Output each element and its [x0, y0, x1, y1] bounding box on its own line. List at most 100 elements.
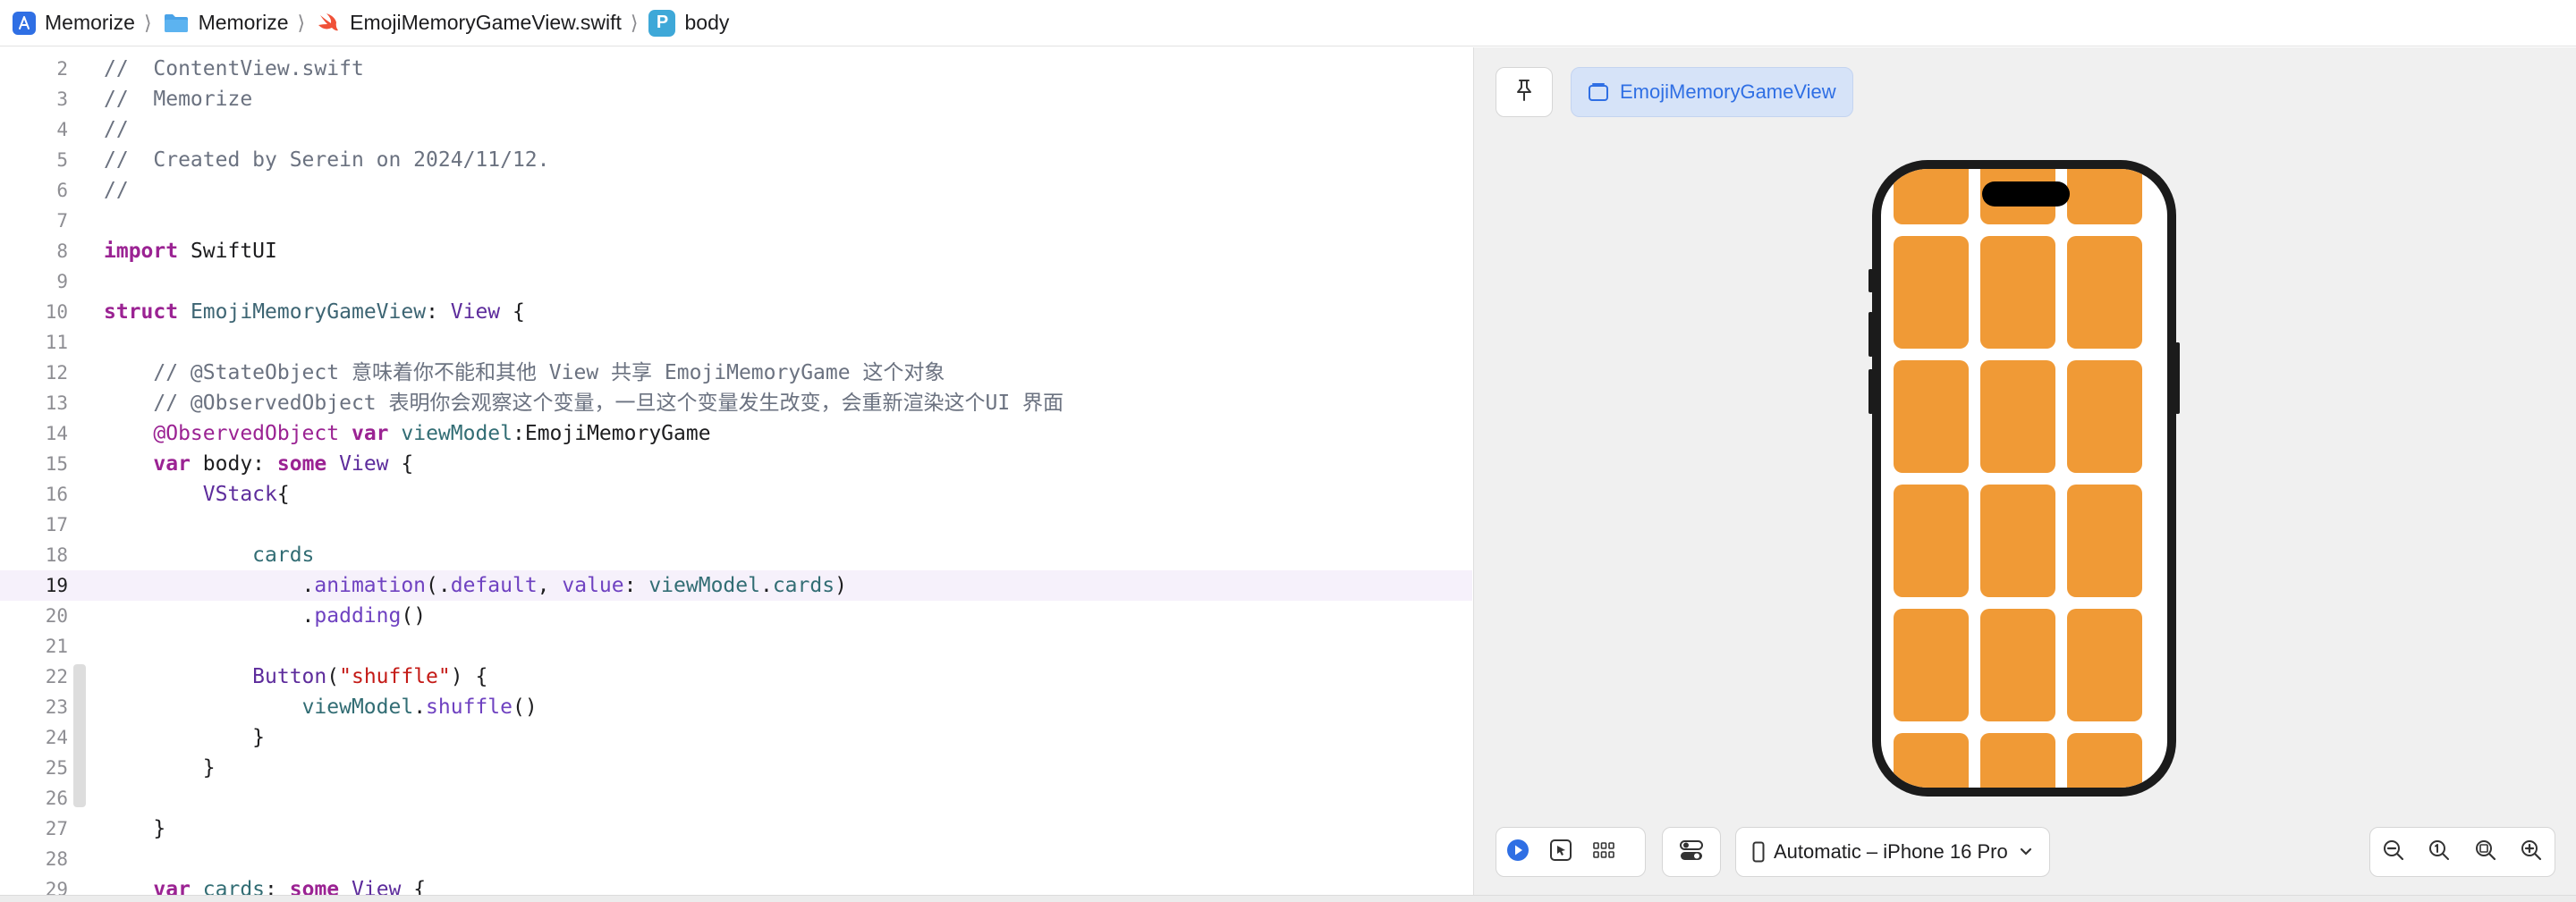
line-number: 18 [45, 544, 68, 566]
code-line[interactable]: 5 // Created by Serein on 2024/11/12. [0, 145, 1472, 175]
code-line[interactable]: 26 [0, 783, 1472, 813]
toggle-settings-icon [1679, 839, 1704, 866]
code-line[interactable]: 24 } [0, 722, 1472, 753]
code-line[interactable]: 8 import SwiftUI [0, 236, 1472, 266]
code-line[interactable]: 3 // Memorize [0, 84, 1472, 114]
card[interactable] [1894, 360, 1969, 473]
line-number: 14 [45, 423, 68, 444]
live-preview-button[interactable] [1496, 828, 1539, 876]
card[interactable] [1980, 485, 2055, 597]
line-number: 20 [45, 605, 68, 627]
card[interactable] [1980, 609, 2055, 721]
code-token: var [351, 422, 389, 445]
code-text: struct EmojiMemoryGameView: View { [104, 297, 525, 327]
code-token: viewModel [648, 574, 760, 597]
code-text: @ObservedObject var viewModel:EmojiMemor… [104, 418, 710, 449]
card[interactable] [1894, 485, 1969, 597]
card[interactable] [2067, 360, 2142, 473]
card[interactable] [2067, 609, 2142, 721]
code-line[interactable]: 23 viewModel.shuffle() [0, 692, 1472, 722]
breadcrumb-project[interactable]: Memorize ⟩ [13, 0, 163, 46]
code-line[interactable]: 28 [0, 844, 1472, 874]
card[interactable] [1894, 609, 1969, 721]
code-line[interactable]: 6 // [0, 175, 1472, 206]
code-line[interactable]: 18 cards [0, 540, 1472, 570]
code-line[interactable]: 29 var cards: some View { [0, 874, 1472, 895]
source-editor[interactable]: 2 // ContentView.swift 3 // Memorize 4 // 5 // … [0, 47, 1472, 895]
pin-preview-button[interactable] [1496, 67, 1553, 117]
code-line[interactable]: 14 @ObservedObject var viewModel:EmojiMe… [0, 418, 1472, 449]
code-token: View [450, 300, 501, 324]
code-token: View [339, 452, 389, 476]
card[interactable] [1894, 169, 1969, 224]
code-text: VStack{ [104, 479, 290, 510]
code-text: var cards: some View { [104, 874, 426, 895]
chevron-right-icon: ⟩ [297, 11, 306, 34]
code-token: // ContentView.swift [104, 57, 364, 80]
card[interactable] [1980, 236, 2055, 349]
app-icon [13, 11, 36, 35]
preview-tab[interactable]: EmojiMemoryGameView [1571, 67, 1853, 117]
code-line[interactable]: 17 [0, 510, 1472, 540]
code-text: import SwiftUI [104, 236, 277, 266]
code-token: . [759, 574, 773, 597]
variants-button[interactable] [1582, 828, 1625, 876]
preview-canvas: EmojiMemoryGameView Automatic – iPhone 1… [1473, 47, 2576, 895]
line-number: 23 [45, 696, 68, 718]
play-circle-icon [1505, 838, 1530, 867]
card[interactable] [1894, 236, 1969, 349]
breadcrumb-group[interactable]: Memorize ⟩ [163, 0, 317, 46]
code-text: // [104, 175, 129, 206]
code-line[interactable]: 9 [0, 266, 1472, 297]
device-picker[interactable]: Automatic – iPhone 16 Pro [1735, 827, 2050, 877]
code-token: "shuffle" [339, 665, 451, 688]
code-token: . [413, 695, 427, 719]
card[interactable] [2067, 733, 2142, 788]
code-token: shuffle [426, 695, 513, 719]
breadcrumb-symbol[interactable]: P body [648, 0, 729, 46]
code-line[interactable]: 25 } [0, 753, 1472, 783]
zoom-out-button[interactable] [2372, 828, 2415, 876]
device-screen[interactable] [1881, 169, 2167, 788]
card[interactable] [1894, 733, 1969, 788]
code-token: ) { [450, 665, 488, 688]
zoom-in-button[interactable] [2510, 828, 2553, 876]
chevron-right-icon: ⟩ [630, 11, 639, 34]
code-token: . [104, 604, 315, 628]
code-line[interactable]: 15 var body: some View { [0, 449, 1472, 479]
code-line[interactable]: 4 // [0, 114, 1472, 145]
breadcrumb-file[interactable]: EmojiMemoryGameView.swift ⟩ [316, 0, 648, 46]
code-line[interactable]: 19 .animation(.default, value: viewModel… [0, 570, 1472, 601]
code-line[interactable]: 12 // @StateObject 意味着你不能和其他 View 共享 Emo… [0, 358, 1472, 388]
code-line[interactable]: 7 [0, 206, 1472, 236]
card[interactable] [2067, 236, 2142, 349]
code-token: import [104, 240, 179, 263]
code-text: // [104, 114, 129, 145]
code-line[interactable]: 16 VStack{ [0, 479, 1472, 510]
code-token: default [450, 574, 538, 597]
zoom-actual-size-button[interactable] [2418, 828, 2461, 876]
code-line[interactable]: 10 struct EmojiMemoryGameView: View { [0, 297, 1472, 327]
zoom-to-fit-button[interactable] [2464, 828, 2507, 876]
card[interactable] [1980, 360, 2055, 473]
code-token: // @StateObject 意味着你不能和其他 View 共享 EmojiM… [104, 361, 945, 384]
code-text: // ContentView.swift [104, 54, 364, 84]
code-line[interactable]: 20 .padding() [0, 601, 1472, 631]
card[interactable] [1980, 733, 2055, 788]
card[interactable] [2067, 169, 2142, 224]
code-line[interactable]: 21 [0, 631, 1472, 662]
device-settings-button[interactable] [1670, 828, 1713, 876]
line-number: 17 [45, 514, 68, 535]
code-token: SwiftUI [178, 240, 277, 263]
code-line[interactable]: 13 // @ObservedObject 表明你会观察这个变量，一旦这个变量发… [0, 388, 1472, 418]
code-token: . [104, 574, 315, 597]
selectable-mode-button[interactable] [1539, 828, 1582, 876]
code-line[interactable]: 2 // ContentView.swift [0, 54, 1472, 84]
code-line[interactable]: 22 Button("shuffle") { [0, 662, 1472, 692]
breadcrumb-label: Memorize [45, 11, 135, 34]
code-line[interactable]: 11 [0, 327, 1472, 358]
code-folding-ribbon[interactable] [73, 664, 86, 807]
code-line[interactable]: 27 } [0, 813, 1472, 844]
card[interactable] [2067, 485, 2142, 597]
